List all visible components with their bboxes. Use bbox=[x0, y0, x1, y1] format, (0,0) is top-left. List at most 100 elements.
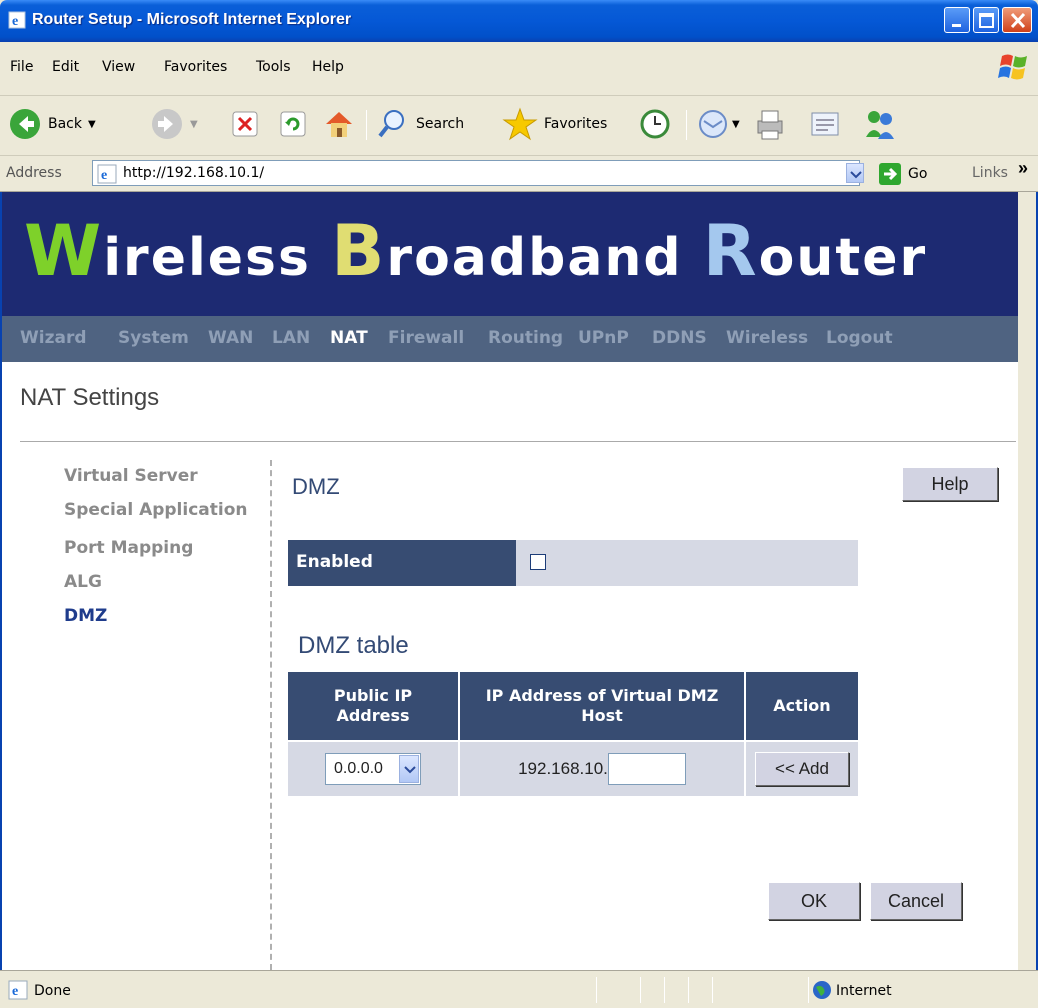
favorites-button[interactable]: Favorites bbox=[502, 106, 607, 142]
history-button[interactable] bbox=[638, 106, 672, 142]
sidebar-item-alg[interactable]: ALG bbox=[64, 572, 102, 592]
page-viewport: Wireless Broadband Router Wizard System … bbox=[0, 192, 1038, 970]
scrollbar-track[interactable] bbox=[1018, 192, 1036, 970]
router-banner: Wireless Broadband Router bbox=[2, 192, 1018, 316]
menu-file[interactable]: File bbox=[10, 59, 33, 75]
nav-lan[interactable]: LAN bbox=[272, 328, 310, 348]
print-button[interactable] bbox=[752, 106, 788, 142]
sidebar-item-virtual-server[interactable]: Virtual Server bbox=[64, 466, 198, 486]
address-label: Address bbox=[6, 165, 62, 181]
status-text: Done bbox=[34, 983, 71, 999]
home-icon bbox=[326, 112, 352, 137]
refresh-icon bbox=[280, 111, 306, 137]
close-button[interactable] bbox=[1002, 7, 1032, 33]
mail-icon bbox=[699, 110, 727, 138]
history-icon bbox=[640, 109, 670, 139]
ok-button[interactable]: OK bbox=[768, 882, 860, 920]
nav-wizard[interactable]: Wizard bbox=[20, 328, 87, 348]
menu-bar: File Edit View Favorites Tools Help bbox=[0, 42, 1038, 96]
nav-logout[interactable]: Logout bbox=[826, 328, 893, 348]
page-title: NAT Settings bbox=[20, 384, 160, 411]
title-bar: e Router Setup - Microsoft Internet Expl… bbox=[0, 0, 1038, 42]
header-public-ip: Public IP Address bbox=[288, 672, 458, 740]
enabled-row: Enabled bbox=[288, 540, 858, 586]
favorites-star-icon bbox=[502, 107, 538, 141]
cancel-button[interactable]: Cancel bbox=[870, 882, 962, 920]
page-done-icon: e bbox=[8, 980, 28, 1000]
messenger-button[interactable] bbox=[862, 106, 898, 142]
menu-help[interactable]: Help bbox=[312, 59, 344, 75]
host-ip-prefix: 192.168.10. bbox=[518, 759, 608, 778]
home-button[interactable] bbox=[322, 106, 356, 142]
chevron-down-icon bbox=[399, 755, 419, 783]
nav-firewall[interactable]: Firewall bbox=[388, 328, 464, 348]
add-button[interactable]: << Add bbox=[755, 752, 849, 786]
stop-button[interactable] bbox=[230, 106, 260, 142]
ie-icon: e bbox=[8, 11, 26, 29]
forward-dropdown-icon[interactable]: ▼ bbox=[190, 119, 198, 130]
enabled-label: Enabled bbox=[288, 540, 516, 586]
nav-ddns[interactable]: DDNS bbox=[652, 328, 707, 348]
nav-nat[interactable]: NAT bbox=[330, 328, 368, 348]
address-input[interactable]: e http://192.168.10.1/ bbox=[92, 160, 860, 186]
maximize-button[interactable] bbox=[973, 7, 999, 33]
mail-button[interactable]: ▼ bbox=[696, 106, 740, 142]
minimize-button[interactable] bbox=[944, 7, 970, 33]
address-bar: Address e http://192.168.10.1/ Go Links … bbox=[0, 156, 1038, 192]
back-dropdown-icon[interactable]: ▼ bbox=[88, 119, 96, 130]
header-action: Action bbox=[746, 672, 858, 740]
edit-button[interactable] bbox=[808, 106, 844, 142]
edit-icon bbox=[811, 112, 839, 136]
public-ip-select[interactable]: 0.0.0.0 bbox=[325, 753, 421, 785]
go-button[interactable]: Go bbox=[878, 162, 927, 186]
back-icon bbox=[10, 109, 40, 139]
page-icon: e bbox=[97, 164, 117, 184]
enabled-checkbox[interactable] bbox=[530, 554, 546, 570]
nav-routing[interactable]: Routing bbox=[488, 328, 563, 348]
section-title: DMZ bbox=[292, 474, 340, 499]
toolbar: Back ▼ ▼ Search Favorites ▼ bbox=[0, 96, 1038, 156]
links-button[interactable]: Links bbox=[972, 165, 1008, 181]
sidebar-item-port-mapping[interactable]: Port Mapping bbox=[64, 538, 193, 558]
sidebar-item-special-application[interactable]: Special Application bbox=[64, 500, 248, 520]
dmz-table: Public IP Address IP Address of Virtual … bbox=[288, 672, 858, 796]
nav-upnp[interactable]: UPnP bbox=[578, 328, 629, 348]
menu-tools[interactable]: Tools bbox=[256, 59, 291, 75]
stop-icon bbox=[232, 111, 258, 137]
window-title: Router Setup - Microsoft Internet Explor… bbox=[32, 11, 352, 28]
forward-button[interactable]: ▼ bbox=[150, 106, 198, 142]
menu-favorites[interactable]: Favorites bbox=[164, 59, 227, 75]
banner-title: Wireless Broadband Router bbox=[24, 210, 928, 292]
security-zone: Internet bbox=[836, 983, 892, 999]
status-bar: e Done Internet bbox=[0, 970, 1038, 1008]
menu-view[interactable]: View bbox=[102, 59, 135, 75]
mail-dropdown-icon[interactable]: ▼ bbox=[732, 119, 740, 130]
help-button[interactable]: Help bbox=[902, 467, 998, 501]
svg-text:e: e bbox=[101, 168, 107, 183]
address-dropdown-button[interactable] bbox=[846, 163, 864, 183]
back-button[interactable]: Back ▼ bbox=[8, 106, 96, 142]
divider bbox=[20, 441, 1016, 442]
host-ip-input[interactable] bbox=[607, 753, 686, 785]
globe-icon bbox=[813, 981, 831, 999]
search-icon bbox=[378, 110, 404, 138]
sidebar-divider bbox=[270, 460, 272, 970]
search-button[interactable]: Search bbox=[376, 106, 464, 142]
svg-text:e: e bbox=[12, 984, 18, 999]
nav-wireless[interactable]: Wireless bbox=[726, 328, 808, 348]
nav-wan[interactable]: WAN bbox=[208, 328, 253, 348]
header-virtual-dmz-host: IP Address of Virtual DMZ Host bbox=[460, 672, 744, 740]
main-nav: Wizard System WAN LAN NAT Firewall Routi… bbox=[2, 316, 1018, 362]
print-icon bbox=[757, 110, 783, 140]
menu-edit[interactable]: Edit bbox=[52, 59, 79, 75]
refresh-button[interactable] bbox=[278, 106, 308, 142]
table-title: DMZ table bbox=[298, 632, 409, 659]
sidebar-item-dmz[interactable]: DMZ bbox=[64, 606, 107, 626]
svg-text:e: e bbox=[12, 14, 18, 29]
messenger-icon bbox=[866, 111, 894, 139]
links-chevron-icon[interactable]: » bbox=[1018, 158, 1028, 179]
windows-logo-icon bbox=[996, 50, 1032, 84]
nav-system[interactable]: System bbox=[118, 328, 189, 348]
go-arrow-icon bbox=[879, 163, 901, 185]
forward-icon bbox=[152, 109, 182, 139]
